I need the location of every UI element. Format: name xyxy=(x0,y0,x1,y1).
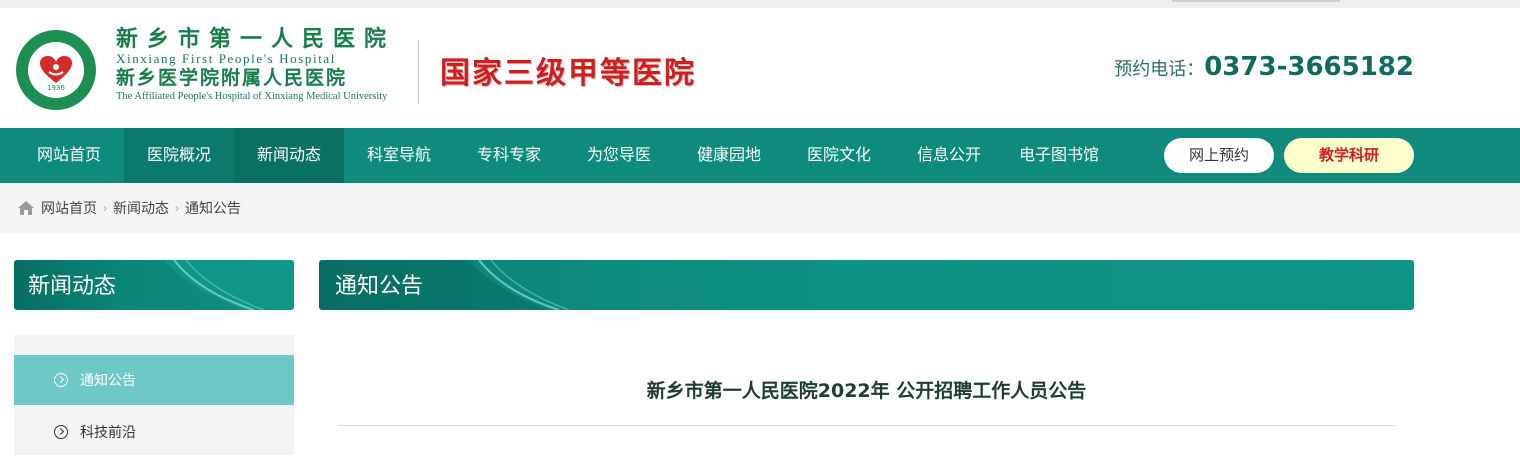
sidebar-item-notices[interactable]: 通知公告 xyxy=(14,355,294,405)
sidebar-title: 新闻动态 xyxy=(28,273,117,298)
breadcrumb-bar: 网站首页 › 新闻动态 › 通知公告 xyxy=(0,183,1520,233)
breadcrumb-notices[interactable]: 通知公告 xyxy=(185,198,241,218)
hospital-name-cn: 新乡市第一人民医院 xyxy=(116,26,396,52)
nav-item-disclosure[interactable]: 信息公开 xyxy=(894,128,1004,183)
nav-item-library[interactable]: 电子图书馆 xyxy=(1004,128,1114,183)
nav-item-patient-guide[interactable]: 为您导医 xyxy=(564,128,674,183)
nav-item-culture[interactable]: 医院文化 xyxy=(784,128,894,183)
sidebar-item-label: 科技前沿 xyxy=(80,424,136,440)
hospital-name-en: Xinxiang First People's Hospital xyxy=(116,51,337,66)
site-header: 1936 新乡市第一人民医院 Xinxiang First People's H… xyxy=(0,8,1520,128)
chevron-right-icon xyxy=(54,425,68,439)
sidebar-menu: 通知公告 科技前沿 xyxy=(14,335,294,455)
teaching-research-button[interactable]: 教学科研 xyxy=(1284,138,1414,173)
nav-item-news[interactable]: 新闻动态 xyxy=(234,128,344,183)
nav-item-departments[interactable]: 科室导航 xyxy=(344,128,454,183)
top-strip xyxy=(0,0,1520,8)
nav-item-experts[interactable]: 专科专家 xyxy=(454,128,564,183)
chevron-right-icon xyxy=(54,373,68,387)
breadcrumb-separator-icon: › xyxy=(175,201,179,215)
header-divider xyxy=(418,40,419,104)
sidebar-header: 新闻动态 xyxy=(14,260,294,310)
main-header-swoosh-icon xyxy=(469,260,1414,310)
nav-item-home[interactable]: 网站首页 xyxy=(14,128,124,183)
sidebar-item-label: 通知公告 xyxy=(80,372,136,388)
breadcrumb-separator-icon: › xyxy=(103,201,107,215)
nav-item-health[interactable]: 健康园地 xyxy=(674,128,784,183)
main-section-title: 通知公告 xyxy=(335,273,424,298)
hospital-affiliate-en: The Affiliated People's Hospital of Xinx… xyxy=(116,91,388,102)
phone-number: 0373-3665182 xyxy=(1204,52,1414,82)
appointment-phone: 预约电话： 0373-3665182 xyxy=(1114,52,1414,82)
hospital-name-block[interactable]: 新乡市第一人民医院 Xinxiang First People's Hospit… xyxy=(116,26,406,103)
main-section-header: 通知公告 xyxy=(319,260,1414,310)
nav-item-hospital-overview[interactable]: 医院概况 xyxy=(124,128,234,183)
breadcrumb: 网站首页 › 新闻动态 › 通知公告 xyxy=(18,183,241,233)
sidebar-item-tech-frontier[interactable]: 科技前沿 xyxy=(14,407,294,457)
article-title[interactable]: 新乡市第一人民医院2022年 公开招聘工作人员公告 xyxy=(319,376,1414,403)
hospital-logo-badge[interactable]: 1936 xyxy=(16,30,96,110)
main-nav: 网站首页 医院概况 新闻动态 科室导航 专科专家 为您导医 健康园地 医院文化 … xyxy=(0,128,1520,183)
hospital-affiliate-cn: 新乡医学院附属人民医院 xyxy=(116,67,348,89)
article-divider xyxy=(338,425,1395,426)
breadcrumb-home[interactable]: 网站首页 xyxy=(41,198,97,218)
breadcrumb-news[interactable]: 新闻动态 xyxy=(113,198,169,218)
phone-label: 预约电话： xyxy=(1114,59,1205,79)
hospital-grade: 国家三级甲等医院 xyxy=(440,56,696,91)
top-strip-bar xyxy=(1172,0,1340,2)
logo-year: 1936 xyxy=(47,84,65,92)
home-icon xyxy=(18,201,34,215)
online-appointment-button[interactable]: 网上预约 xyxy=(1164,138,1274,173)
logo-heart-icon: 1936 xyxy=(28,42,84,98)
